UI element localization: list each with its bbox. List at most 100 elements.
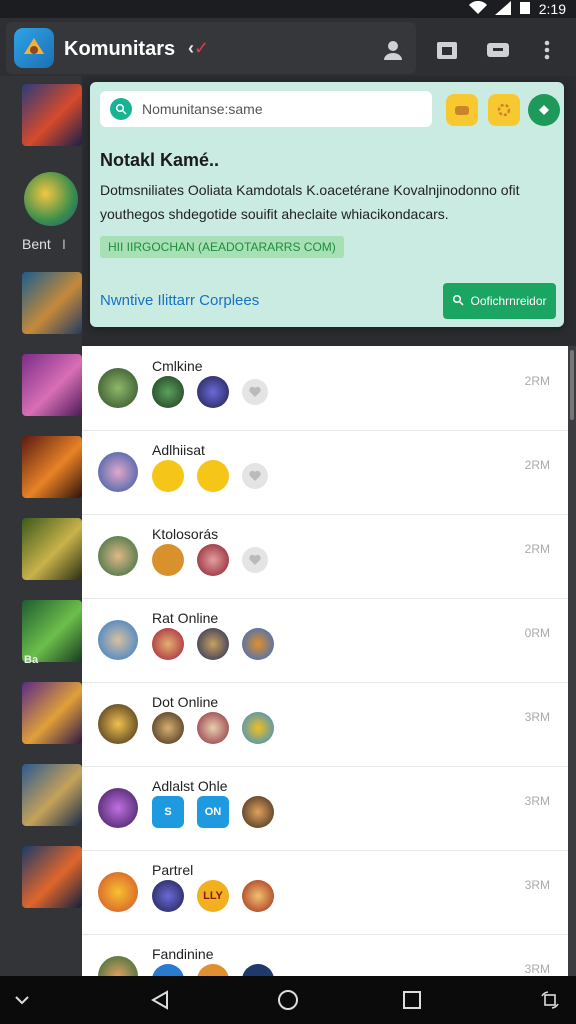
community-list: Cmlkine 2RM Adlhiisat 2RM Ktolosorás 2RM…	[82, 346, 568, 976]
list-item[interactable]: Adlalst Ohle S ON 3RM	[82, 766, 568, 851]
list-item[interactable]: Fandinine 3RM	[82, 934, 568, 976]
list-item-time: 2RM	[524, 374, 550, 388]
member-avatar	[197, 964, 229, 976]
list-item-name: Fandinine	[152, 946, 214, 962]
heart-icon[interactable]	[242, 463, 268, 489]
scrollbar-track	[568, 346, 576, 976]
member-avatar	[242, 880, 274, 912]
chat-icon[interactable]	[485, 37, 511, 63]
member-avatar	[197, 376, 229, 408]
avatar	[98, 788, 138, 828]
list-item-name: Dot Online	[152, 694, 219, 710]
member-avatar	[152, 544, 184, 576]
check-icon: ✓	[194, 38, 210, 58]
rotate-screen-icon[interactable]	[536, 988, 564, 1012]
search-field[interactable]: Nomunitanse:same	[100, 91, 432, 127]
sidebar-avatar[interactable]	[24, 172, 78, 226]
heart-icon[interactable]	[242, 547, 268, 573]
member-avatar	[197, 628, 229, 660]
member-avatar	[152, 460, 184, 492]
app-title: Komunitars	[64, 38, 176, 60]
scrollbar-thumb[interactable]	[570, 350, 574, 420]
sidebar-item-game[interactable]	[22, 354, 82, 416]
status-bar: 2:19	[0, 0, 576, 18]
avatar	[98, 872, 138, 912]
card-action-button[interactable]: Oofichrnreidor	[443, 283, 556, 319]
avatar	[98, 536, 138, 576]
profile-icon[interactable]	[380, 37, 406, 63]
list-item-name: Partrel	[152, 862, 194, 878]
list-item[interactable]: Ktolosorás 2RM	[82, 514, 568, 599]
member-avatar	[152, 880, 184, 912]
sidebar-label-secondary: I	[62, 236, 66, 252]
member-avatar	[242, 628, 274, 660]
sidebar-item-game[interactable]	[22, 518, 82, 580]
signal-icon	[494, 0, 511, 18]
search-icon	[110, 98, 132, 120]
home-icon[interactable]	[274, 988, 302, 1012]
list-item-name: Adlhiisat	[152, 442, 205, 458]
card-title: Notakl Kamé..	[100, 150, 220, 170]
list-item[interactable]: Partrel LLY 3RM	[82, 850, 568, 935]
member-avatar: LLY	[197, 880, 229, 912]
member-avatar	[242, 796, 274, 828]
avatar	[98, 368, 138, 408]
member-avatar	[242, 712, 274, 744]
heart-icon[interactable]	[242, 379, 268, 405]
list-item-name: Rat Online	[152, 610, 219, 626]
list-item-time: 2RM	[524, 458, 550, 472]
navigation-bar	[0, 976, 576, 1024]
game-controller-icon[interactable]	[446, 94, 478, 126]
member-avatar	[152, 628, 184, 660]
settings-icon[interactable]	[488, 94, 520, 126]
card-link[interactable]: HII IIRGOCHAN (AEADOTARARRS COM)	[100, 236, 344, 258]
sidebar-item-game[interactable]	[22, 84, 82, 146]
sidebar-item-game[interactable]	[22, 600, 82, 662]
list-item[interactable]: Rat Online 0RM	[82, 598, 568, 683]
list-item-name: Ktolosorás	[152, 526, 219, 542]
sidebar-item-game[interactable]	[22, 764, 82, 826]
list-item[interactable]: Cmlkine 2RM	[82, 346, 568, 431]
chevron-down-icon[interactable]	[8, 988, 36, 1012]
search-icon	[452, 294, 465, 309]
member-avatar	[152, 376, 184, 408]
list-item[interactable]: Adlhiisat 2RM	[82, 430, 568, 515]
sidebar-item-game[interactable]	[22, 682, 82, 744]
sidebar-item-game[interactable]	[22, 846, 82, 908]
card-description: Dotmsniliates Ooliata Kamdotals K.oaceté…	[100, 182, 520, 222]
arrow-icon[interactable]	[528, 94, 560, 126]
status-time: 2:19	[538, 1, 566, 17]
wifi-icon	[468, 0, 487, 18]
list-item-name: Adlalst Ohle	[152, 778, 228, 794]
sidebar-label: Bent	[22, 236, 51, 252]
card-footer-link[interactable]: Nwntive Ilittarr Corplees	[100, 292, 259, 309]
member-avatar	[197, 544, 229, 576]
member-avatar	[152, 712, 184, 744]
list-item-time: 3RM	[524, 962, 550, 976]
member-avatar: S	[152, 796, 184, 828]
list-item-time: 3RM	[524, 878, 550, 892]
sidebar-item-game[interactable]	[22, 272, 82, 334]
sidebar	[0, 76, 82, 976]
list-item[interactable]: Dot Online 3RM	[82, 682, 568, 767]
list-item-name: Cmlkine	[152, 358, 203, 374]
sidebar-item-game[interactable]	[22, 436, 82, 498]
avatar	[98, 452, 138, 492]
calendar-icon[interactable]	[434, 37, 460, 63]
list-item-time: 3RM	[524, 710, 550, 724]
sidebar-badge: Ba	[24, 654, 39, 666]
app-logo-icon[interactable]	[14, 28, 54, 68]
avatar	[98, 620, 138, 660]
card-action-label: Oofichrnreidor	[470, 294, 547, 308]
avatar	[98, 956, 138, 976]
title-indicator: ‹✓	[188, 38, 209, 59]
community-card: Nomunitanse:same Notakl Kamé.. Dotmsnili…	[90, 82, 564, 327]
more-menu-icon[interactable]	[534, 37, 560, 63]
member-avatar	[197, 460, 229, 492]
list-item-time: 0RM	[524, 626, 550, 640]
member-avatar	[152, 964, 184, 976]
search-placeholder: Nomunitanse:same	[142, 101, 263, 117]
member-avatar	[242, 964, 274, 976]
recents-icon[interactable]	[398, 988, 426, 1012]
back-icon[interactable]	[146, 988, 174, 1012]
